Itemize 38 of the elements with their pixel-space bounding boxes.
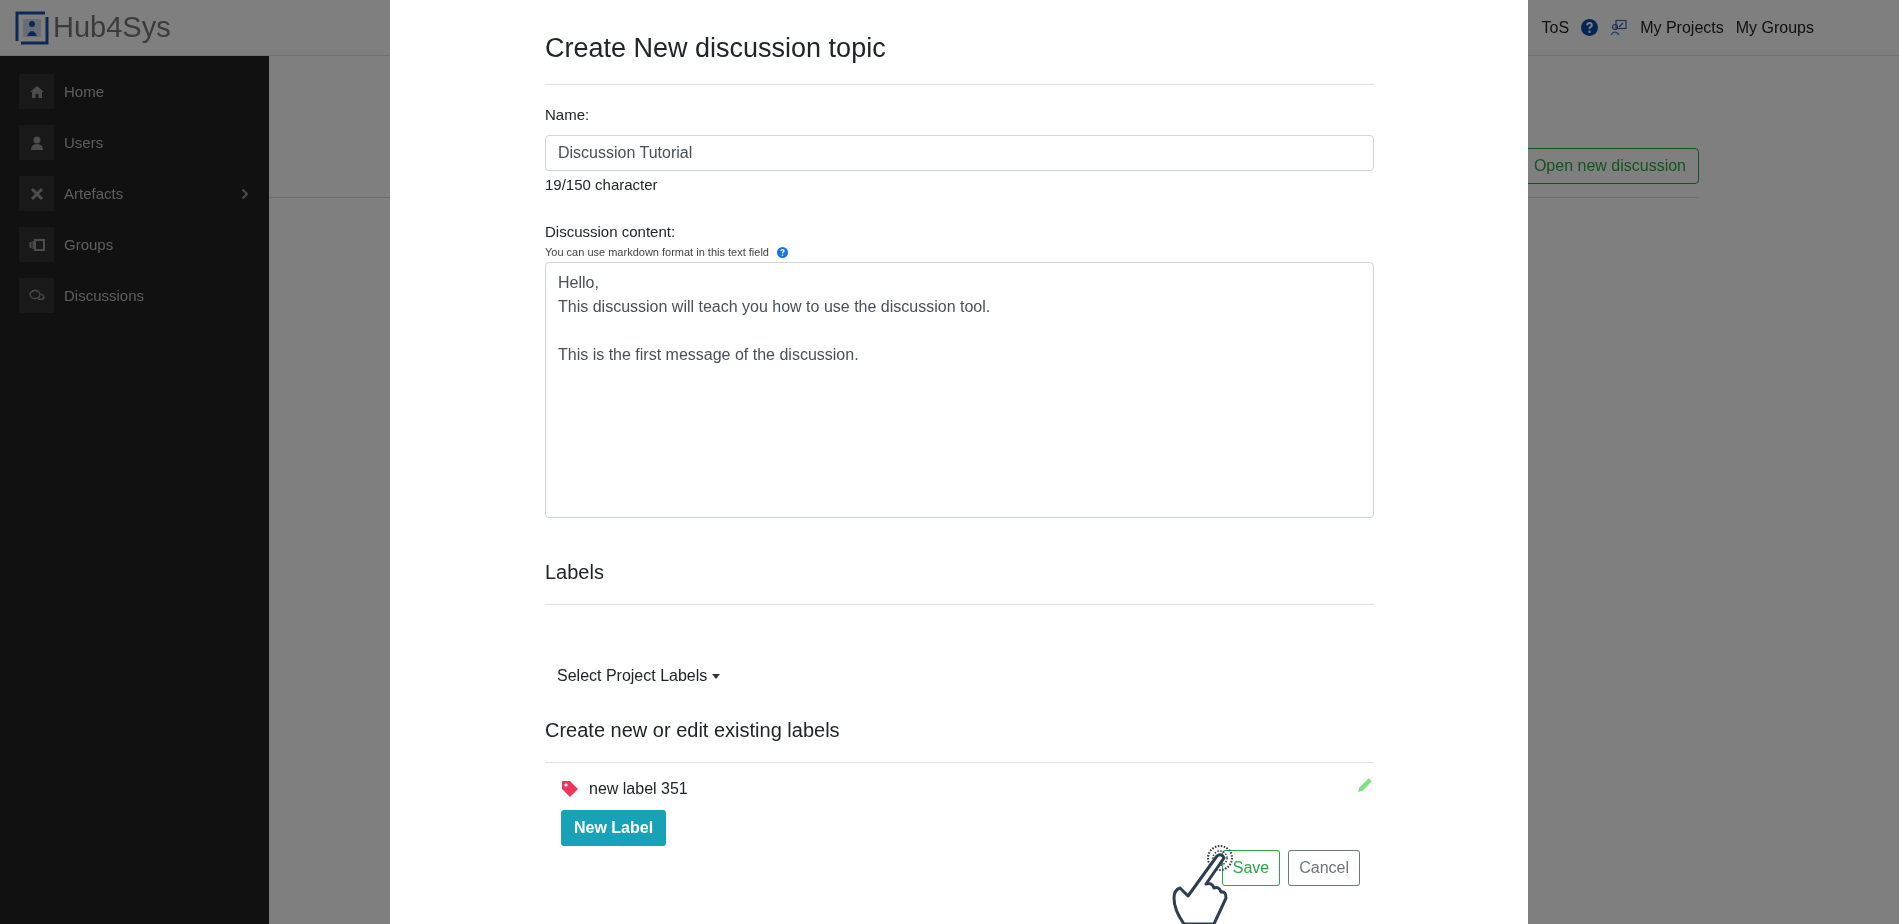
- sidebar-label: Users: [64, 134, 105, 151]
- character-counter: 19/150 character: [545, 176, 659, 193]
- logo-text[interactable]: Hub4Sys: [53, 11, 171, 44]
- sidebar-item[interactable]: Discussions: [19, 278, 269, 313]
- content-textarea[interactable]: Hello, This discussion will teach you how to use the discussion tool. This is the first message of the discussion.: [545, 262, 1374, 518]
- presentation-icon[interactable]: [1610, 18, 1629, 37]
- cancel-button[interactable]: Cancel: [1288, 850, 1360, 886]
- user-icon: [30, 135, 43, 150]
- name-input-field[interactable]: Discussion Tutorial: [545, 135, 1374, 171]
- label-name: new label 351: [589, 780, 689, 798]
- save-button[interactable]: Save: [1221, 850, 1281, 886]
- field-label: Discussion content:: [545, 223, 677, 240]
- nav-link[interactable]: ToS: [1541, 18, 1570, 37]
- section-heading: Labels: [545, 561, 605, 584]
- field-label: Name:: [545, 106, 591, 123]
- sidebar-label: Home: [64, 83, 105, 100]
- sidebar-item[interactable]: Groups: [19, 227, 269, 262]
- home-icon: [29, 85, 44, 98]
- logo-icon: [15, 10, 49, 45]
- hint-text: You can use markdown format in this text field: [545, 246, 769, 258]
- new-label-button[interactable]: New Label: [561, 810, 667, 846]
- nav-link[interactable]: My Projects: [1640, 18, 1724, 37]
- tools-icon: [29, 186, 44, 201]
- caret-icon: [712, 673, 721, 679]
- groups-icon: [28, 238, 45, 251]
- sidebar-label: Groups: [64, 236, 115, 253]
- modal-title: Create New discussion topic: [545, 33, 887, 64]
- sidebar-item[interactable]: Users: [19, 125, 269, 160]
- chat-icon: [28, 288, 45, 303]
- sidebar-item[interactable]: Artefacts: [19, 176, 269, 211]
- sidebar-label: Artefacts: [64, 185, 125, 202]
- sidebar-label: Discussions: [64, 287, 146, 304]
- help-icon[interactable]: [1581, 19, 1599, 36]
- nav-link[interactable]: My Groups: [1735, 18, 1814, 37]
- sidebar-item[interactable]: Home: [19, 74, 269, 109]
- label-dropdown[interactable]: Select Project Labels: [545, 661, 733, 691]
- help-icon[interactable]: [777, 246, 788, 258]
- section-heading: Create new or edit existing labels: [545, 719, 841, 742]
